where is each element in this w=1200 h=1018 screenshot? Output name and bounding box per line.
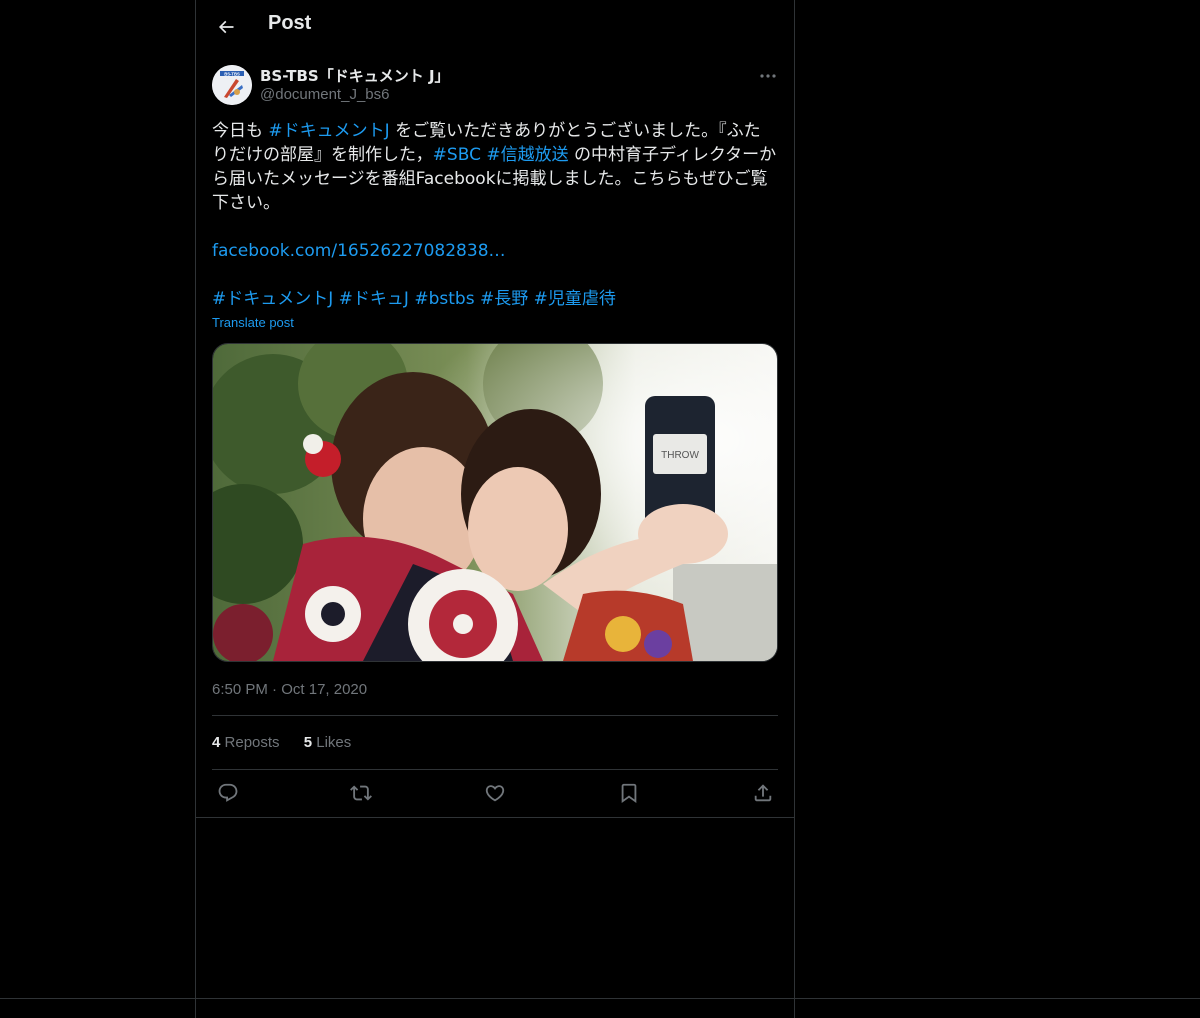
bottom-divider [0, 998, 1200, 999]
post-link-line: facebook.com/16526227082838… [212, 239, 778, 263]
post-text: 今日も #ドキュメントJ をご覧いただきありがとうございました。『ふた りだけの… [212, 119, 778, 311]
avatar[interactable]: BS-TBS [212, 65, 252, 105]
page: Post BS-TBS BS-TBS「ドキュメント J」 @document_J… [0, 0, 1200, 1018]
post-text-segment: りだけの部屋』を制作した， [212, 145, 433, 165]
post-timestamp[interactable]: 6:50 PM · Oct 17, 2020 [212, 681, 367, 698]
svg-text:BS-TBS: BS-TBS [224, 71, 240, 76]
post-stats: 4 Reposts 5 Likes [212, 734, 371, 751]
author-row: BS-TBS BS-TBS「ドキュメント J」 @document_J_bs6 [212, 64, 778, 108]
separator: · [272, 681, 282, 698]
action-bar [212, 779, 778, 809]
page-title: Post [268, 12, 312, 34]
reply-icon [218, 783, 238, 802]
post-text-line: りだけの部屋』を制作した，#SBC #信越放送 の中村育子ディレクターか [212, 143, 778, 167]
post-text-segment: をご覧いただきありがとうございました。『ふた [389, 121, 761, 141]
post-text-line: 下さい。 [212, 191, 778, 215]
share-icon [754, 784, 772, 802]
like-icon [485, 785, 505, 802]
reply-button[interactable] [216, 781, 240, 805]
hashtag-link[interactable]: #ドキュJ [339, 289, 409, 309]
post-date: Oct 17, 2020 [281, 681, 368, 698]
hashtag-link[interactable]: #SBC [433, 145, 481, 165]
repost-icon [350, 785, 372, 801]
header: Post [196, 0, 794, 54]
divider [212, 769, 778, 770]
post-text-segment: 今日も [212, 121, 269, 141]
external-link[interactable]: facebook.com/16526227082838… [212, 241, 506, 261]
back-arrow-icon [218, 20, 234, 34]
repost-button[interactable] [349, 781, 373, 805]
post-time: 6:50 PM [212, 681, 268, 698]
post-text-segment: 下さい。 [212, 193, 280, 213]
hashtag-link[interactable]: #長野 [480, 289, 528, 309]
author-display-name[interactable]: BS-TBS「ドキュメント J」 [260, 65, 450, 86]
author-handle[interactable]: @document_J_bs6 [260, 86, 389, 103]
hashtag-link[interactable]: #bstbs [414, 289, 474, 309]
divider [212, 715, 778, 716]
hashtag-link[interactable]: #ドキュメントJ [212, 289, 333, 309]
reposts-label: Reposts [224, 734, 280, 751]
post-text-segment: ら届いたメッセージを番組Facebookに掲載しました。こちらもぜひご覧 [212, 169, 768, 189]
translate-post-link[interactable]: Translate post [212, 315, 294, 330]
post-media-image[interactable]: THROW [212, 343, 778, 662]
post: BS-TBS BS-TBS「ドキュメント J」 @document_J_bs6 [196, 64, 794, 818]
post-text-line: ら届いたメッセージを番組Facebookに掲載しました。こちらもぜひご覧 [212, 167, 778, 191]
more-icon [760, 74, 776, 78]
like-button[interactable] [483, 781, 507, 805]
reposts-count: 4 [212, 734, 221, 751]
likes-stat[interactable]: 5 Likes [304, 734, 352, 751]
share-button[interactable] [751, 781, 775, 805]
likes-label: Likes [316, 734, 352, 751]
post-text-segment: の中村育子ディレクターか [568, 145, 777, 165]
bookmark-icon [621, 783, 637, 804]
bookmark-button[interactable] [617, 781, 641, 805]
hashtag-line: #ドキュメントJ #ドキュJ #bstbs #長野 #児童虐待 [212, 287, 778, 311]
hashtag-link[interactable]: #児童虐待 [534, 289, 616, 309]
divider [196, 817, 794, 818]
post-text-line: 今日も #ドキュメントJ をご覧いただきありがとうございました。『ふた [212, 119, 778, 143]
svg-text:THROW: THROW [661, 450, 699, 461]
likes-count: 5 [303, 734, 313, 751]
reposts-stat[interactable]: 4 Reposts [212, 734, 280, 751]
main-column: Post BS-TBS BS-TBS「ドキュメント J」 @document_J… [195, 0, 795, 1018]
back-button[interactable] [212, 13, 240, 41]
hashtag-link[interactable]: #ドキュメントJ [268, 121, 389, 141]
hashtag-link[interactable]: #信越放送 [486, 145, 568, 165]
more-options-button[interactable] [758, 66, 778, 86]
